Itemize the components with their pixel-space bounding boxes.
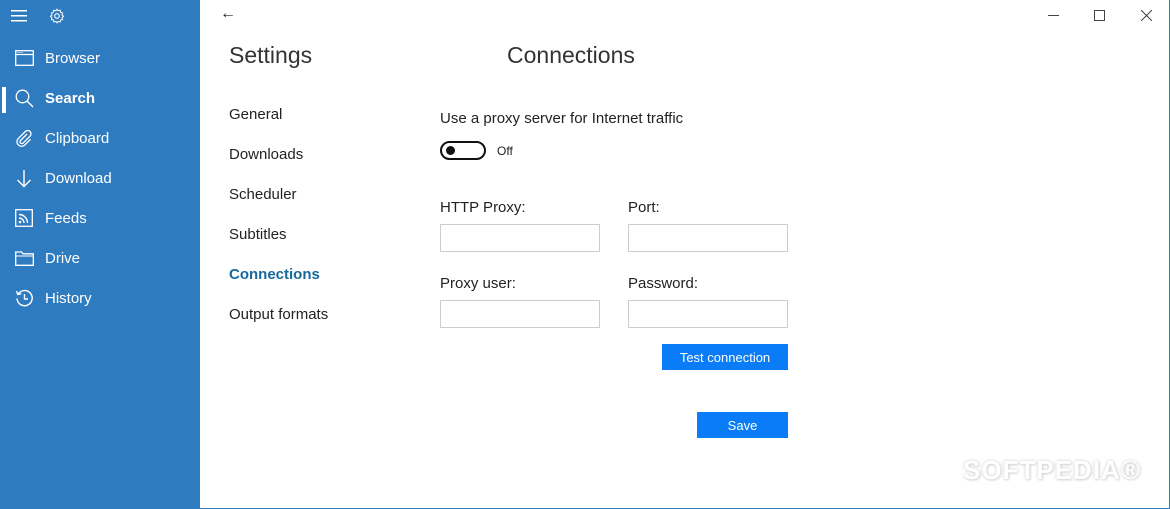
settings-category-subtitles[interactable]: Subtitles xyxy=(229,226,287,243)
section-title: Connections xyxy=(507,42,635,68)
search-icon xyxy=(14,88,34,108)
test-connection-button[interactable]: Test connection xyxy=(662,344,788,370)
proxy-user-input[interactable] xyxy=(440,300,600,328)
sidebar-item-feeds[interactable]: Feeds xyxy=(0,198,200,238)
proxy-toggle-switch[interactable] xyxy=(440,141,486,160)
settings-category-general[interactable]: General xyxy=(229,106,282,123)
sidebar-item-label: Clipboard xyxy=(45,129,110,147)
softpedia-watermark: SOFTPEDIA® xyxy=(963,455,1141,485)
main-content: ← Settings Connections General Downloads… xyxy=(200,0,1169,508)
sidebar-item-search[interactable]: Search xyxy=(0,78,200,118)
hamburger-menu-button[interactable] xyxy=(9,6,29,26)
sidebar-item-drive[interactable]: Drive xyxy=(0,238,200,278)
history-clock-icon xyxy=(14,288,34,308)
maximize-icon xyxy=(1093,9,1105,21)
sidebar-item-download[interactable]: Download xyxy=(0,158,200,198)
sidebar-item-label: Drive xyxy=(45,249,81,267)
hamburger-icon xyxy=(11,10,27,22)
app-window: Browser Search Clipboard Download Feeds … xyxy=(0,0,1170,509)
settings-title: Settings xyxy=(229,42,313,68)
sidebar-item-label: Browser xyxy=(45,49,101,67)
close-icon xyxy=(1140,9,1152,21)
settings-category-scheduler[interactable]: Scheduler xyxy=(229,186,297,203)
password-input[interactable] xyxy=(628,300,788,328)
password-label: Password: xyxy=(628,275,699,292)
sidebar-item-label: Feeds xyxy=(45,209,87,227)
port-label: Port: xyxy=(628,199,660,216)
rss-feed-icon xyxy=(14,208,34,228)
close-button[interactable] xyxy=(1131,4,1161,26)
settings-category-output-formats[interactable]: Output formats xyxy=(229,306,328,323)
minimize-icon xyxy=(1047,14,1059,16)
settings-button[interactable] xyxy=(47,6,67,26)
back-button[interactable]: ← xyxy=(220,5,236,23)
sidebar-item-label: History xyxy=(45,289,92,307)
sidebar-item-browser[interactable]: Browser xyxy=(0,38,200,78)
proxy-toggle-label: Use a proxy server for Internet traffic xyxy=(440,110,684,127)
settings-category-connections[interactable]: Connections xyxy=(229,266,320,283)
http-proxy-input[interactable] xyxy=(440,224,600,252)
port-input[interactable] xyxy=(628,224,788,252)
paperclip-icon xyxy=(14,128,34,148)
gear-icon xyxy=(49,8,65,24)
browser-window-icon xyxy=(14,48,34,68)
proxy-toggle-state: Off xyxy=(497,144,513,158)
selected-indicator xyxy=(2,87,6,113)
proxy-user-label: Proxy user: xyxy=(440,275,516,292)
download-arrow-icon xyxy=(14,168,34,188)
sidebar-item-label: Search xyxy=(45,89,96,107)
sidebar-item-label: Download xyxy=(45,169,112,187)
minimize-button[interactable] xyxy=(1038,4,1068,26)
sidebar: Browser Search Clipboard Download Feeds … xyxy=(0,0,200,509)
maximize-button[interactable] xyxy=(1084,4,1114,26)
save-button[interactable]: Save xyxy=(697,412,788,438)
toggle-knob xyxy=(446,146,455,155)
http-proxy-label: HTTP Proxy: xyxy=(440,199,526,216)
sidebar-item-history[interactable]: History xyxy=(0,278,200,318)
settings-category-downloads[interactable]: Downloads xyxy=(229,146,303,163)
folder-icon xyxy=(14,248,34,268)
sidebar-item-clipboard[interactable]: Clipboard xyxy=(0,118,200,158)
